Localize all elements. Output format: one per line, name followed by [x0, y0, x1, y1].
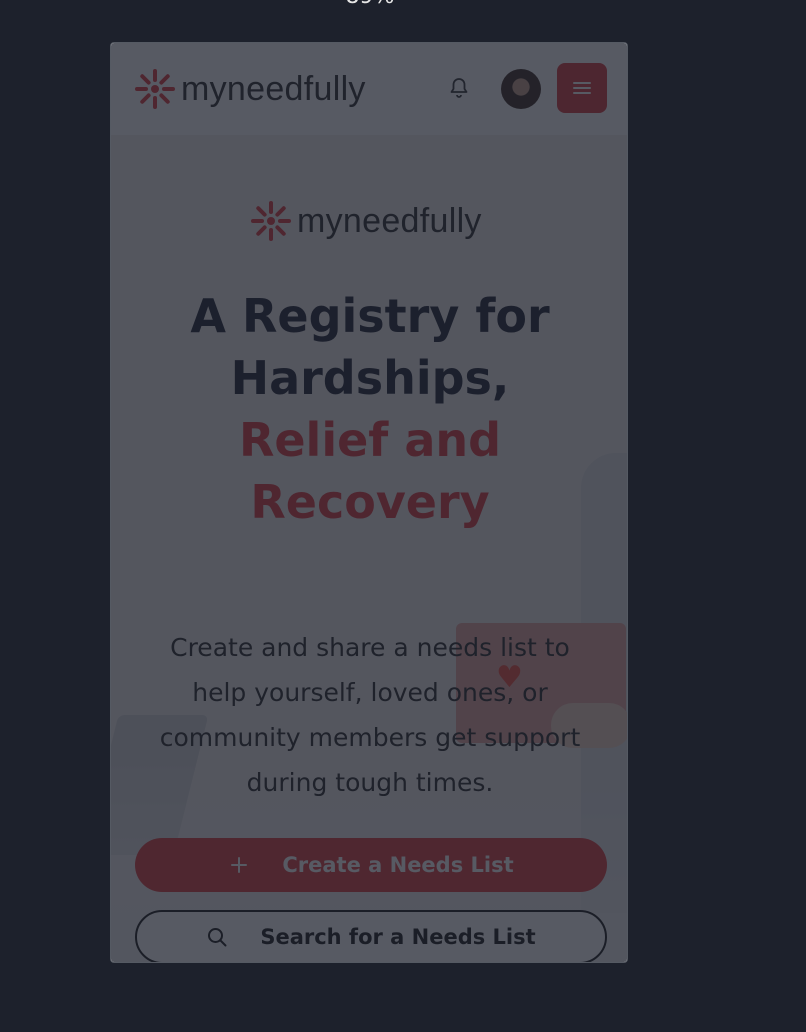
zoom-level: 89% [0, 0, 740, 9]
create-needs-list-label: Create a Needs List [282, 853, 514, 877]
search-needs-list-label: Search for a Needs List [260, 925, 536, 949]
plus-icon [228, 854, 250, 876]
hero-description: Create and share a needs list to help yo… [159, 633, 581, 797]
search-icon [206, 926, 228, 948]
header-logo[interactable]: myneedfully [133, 67, 366, 111]
bell-icon[interactable] [447, 76, 471, 100]
brand-name: myneedfully [181, 69, 366, 108]
search-needs-list-button[interactable]: Search for a Needs List [135, 910, 607, 962]
logo-icon [251, 201, 291, 241]
page-title: A Registry for Hardships, Relief and Rec… [111, 285, 627, 533]
headline-accent-line: Recovery [250, 475, 490, 529]
headline-line: A Registry for [190, 289, 550, 343]
hero-logo: myneedfully [249, 199, 482, 243]
headline-accent-line: Relief and [238, 413, 502, 467]
menu-button[interactable] [557, 63, 607, 113]
avatar[interactable] [501, 69, 541, 109]
mobile-viewport: ♥ myneedfully myneedfully A Registry for… [110, 42, 628, 963]
logo-icon [135, 69, 175, 109]
site-header: myneedfully [111, 43, 627, 135]
hamburger-menu-icon [573, 82, 591, 94]
hero-section: myneedfully A Registry for Hardships, Re… [111, 135, 627, 962]
hero-brand-name: myneedfully [297, 201, 482, 240]
create-needs-list-button[interactable]: Create a Needs List [135, 838, 607, 892]
headline-line: Hardships, [230, 351, 510, 405]
